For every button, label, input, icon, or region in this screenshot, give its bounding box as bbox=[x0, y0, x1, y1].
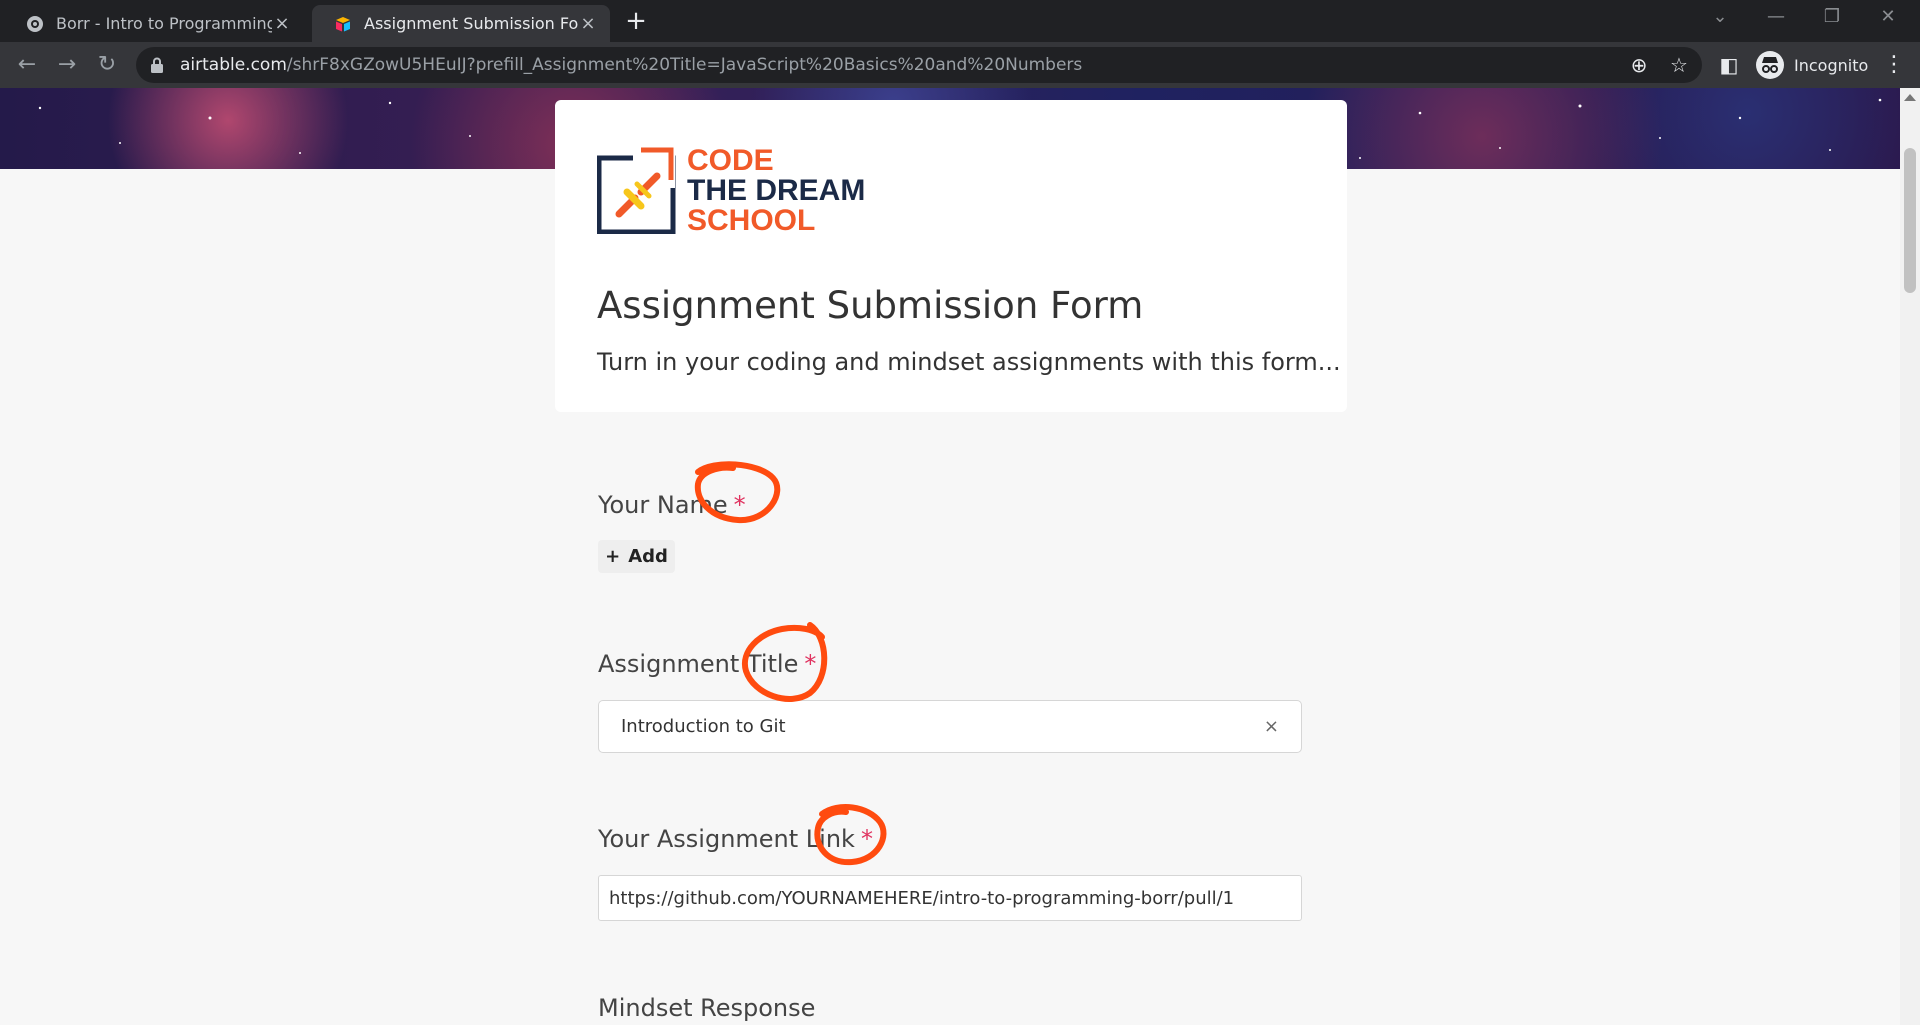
plus-icon: + bbox=[605, 546, 621, 567]
restore-icon[interactable]: ❐ bbox=[1812, 6, 1852, 27]
incognito-indicator[interactable]: Incognito bbox=[1756, 48, 1868, 82]
field-label-mindset-response: Mindset Response bbox=[598, 994, 816, 1022]
site-favicon-icon bbox=[27, 15, 43, 32]
add-name-button[interactable]: + Add bbox=[598, 540, 675, 573]
browser-menu-icon[interactable]: ⋮ bbox=[1882, 50, 1906, 80]
page-scrollbar[interactable] bbox=[1900, 88, 1920, 1025]
field-label-assignment-link: Your Assignment Link * bbox=[598, 825, 873, 853]
assignment-title-select[interactable]: Introduction to Git × bbox=[598, 700, 1302, 753]
required-asterisk: * bbox=[733, 491, 746, 519]
side-panel-icon[interactable]: ◧ bbox=[1714, 50, 1744, 80]
form-title: Assignment Submission Form bbox=[597, 284, 1144, 327]
new-tab-button[interactable]: + bbox=[622, 8, 650, 36]
logo-line-code: CODE bbox=[687, 144, 774, 177]
scroll-up-arrow-icon[interactable] bbox=[1904, 94, 1916, 101]
zoom-icon[interactable]: ⊕ bbox=[1624, 50, 1654, 80]
reload-icon[interactable]: ↻ bbox=[92, 50, 122, 80]
minimize-icon[interactable]: — bbox=[1756, 6, 1796, 27]
logo-line-the-dream: THE DREAM bbox=[687, 174, 865, 207]
required-asterisk: * bbox=[804, 650, 817, 678]
window-close-icon[interactable]: ✕ bbox=[1868, 6, 1908, 27]
page-viewport: CODE THE DREAM SCHOOL Assignment Submiss… bbox=[0, 88, 1900, 1025]
logo-line-school: SCHOOL bbox=[687, 204, 815, 234]
form-description: Turn in your coding and mindset assignme… bbox=[597, 348, 1341, 376]
tab-search-icon[interactable]: ⌄ bbox=[1700, 6, 1740, 27]
airtable-favicon-icon bbox=[336, 16, 350, 31]
close-tab-icon[interactable]: × bbox=[272, 13, 292, 34]
tab-title: Assignment Submission Form bbox=[364, 14, 578, 33]
required-asterisk: * bbox=[860, 825, 873, 853]
tab-title: Borr - Intro to Programming: Cur bbox=[56, 14, 272, 33]
browser-tab-curriculum[interactable]: Borr - Intro to Programming: Cur × bbox=[4, 5, 304, 42]
address-bar[interactable]: airtable.com/shrF8xGZowU5HEuIJ?prefill_A… bbox=[136, 47, 1702, 83]
browser-toolbar: ← → ↻ airtable.com/shrF8xGZowU5HEuIJ?pre… bbox=[0, 42, 1920, 88]
back-arrow-icon[interactable]: ← bbox=[12, 50, 42, 80]
clear-selection-icon[interactable]: × bbox=[1264, 716, 1279, 737]
field-label-assignment-title: Assignment Title * bbox=[598, 650, 817, 678]
incognito-label: Incognito bbox=[1794, 55, 1869, 75]
url-text: airtable.com/shrF8xGZowU5HEuIJ?prefill_A… bbox=[180, 55, 1083, 75]
code-the-dream-logo: CODE THE DREAM SCHOOL bbox=[597, 144, 865, 234]
browser-tab-assignment-form[interactable]: Assignment Submission Form × bbox=[312, 5, 610, 42]
lock-icon bbox=[151, 57, 163, 73]
field-label-your-name: Your Name * bbox=[598, 491, 746, 519]
browser-tab-bar: Borr - Intro to Programming: Cur × Assig… bbox=[0, 0, 1920, 42]
form-header-card: CODE THE DREAM SCHOOL Assignment Submiss… bbox=[555, 100, 1347, 412]
selected-assignment-title: Introduction to Git bbox=[621, 716, 786, 737]
bookmark-star-icon[interactable]: ☆ bbox=[1664, 50, 1694, 80]
close-tab-icon[interactable]: × bbox=[578, 13, 598, 34]
forward-arrow-icon[interactable]: → bbox=[52, 50, 82, 80]
scrollbar-thumb[interactable] bbox=[1904, 148, 1916, 293]
assignment-link-input[interactable] bbox=[598, 875, 1302, 921]
incognito-icon bbox=[1756, 51, 1784, 79]
